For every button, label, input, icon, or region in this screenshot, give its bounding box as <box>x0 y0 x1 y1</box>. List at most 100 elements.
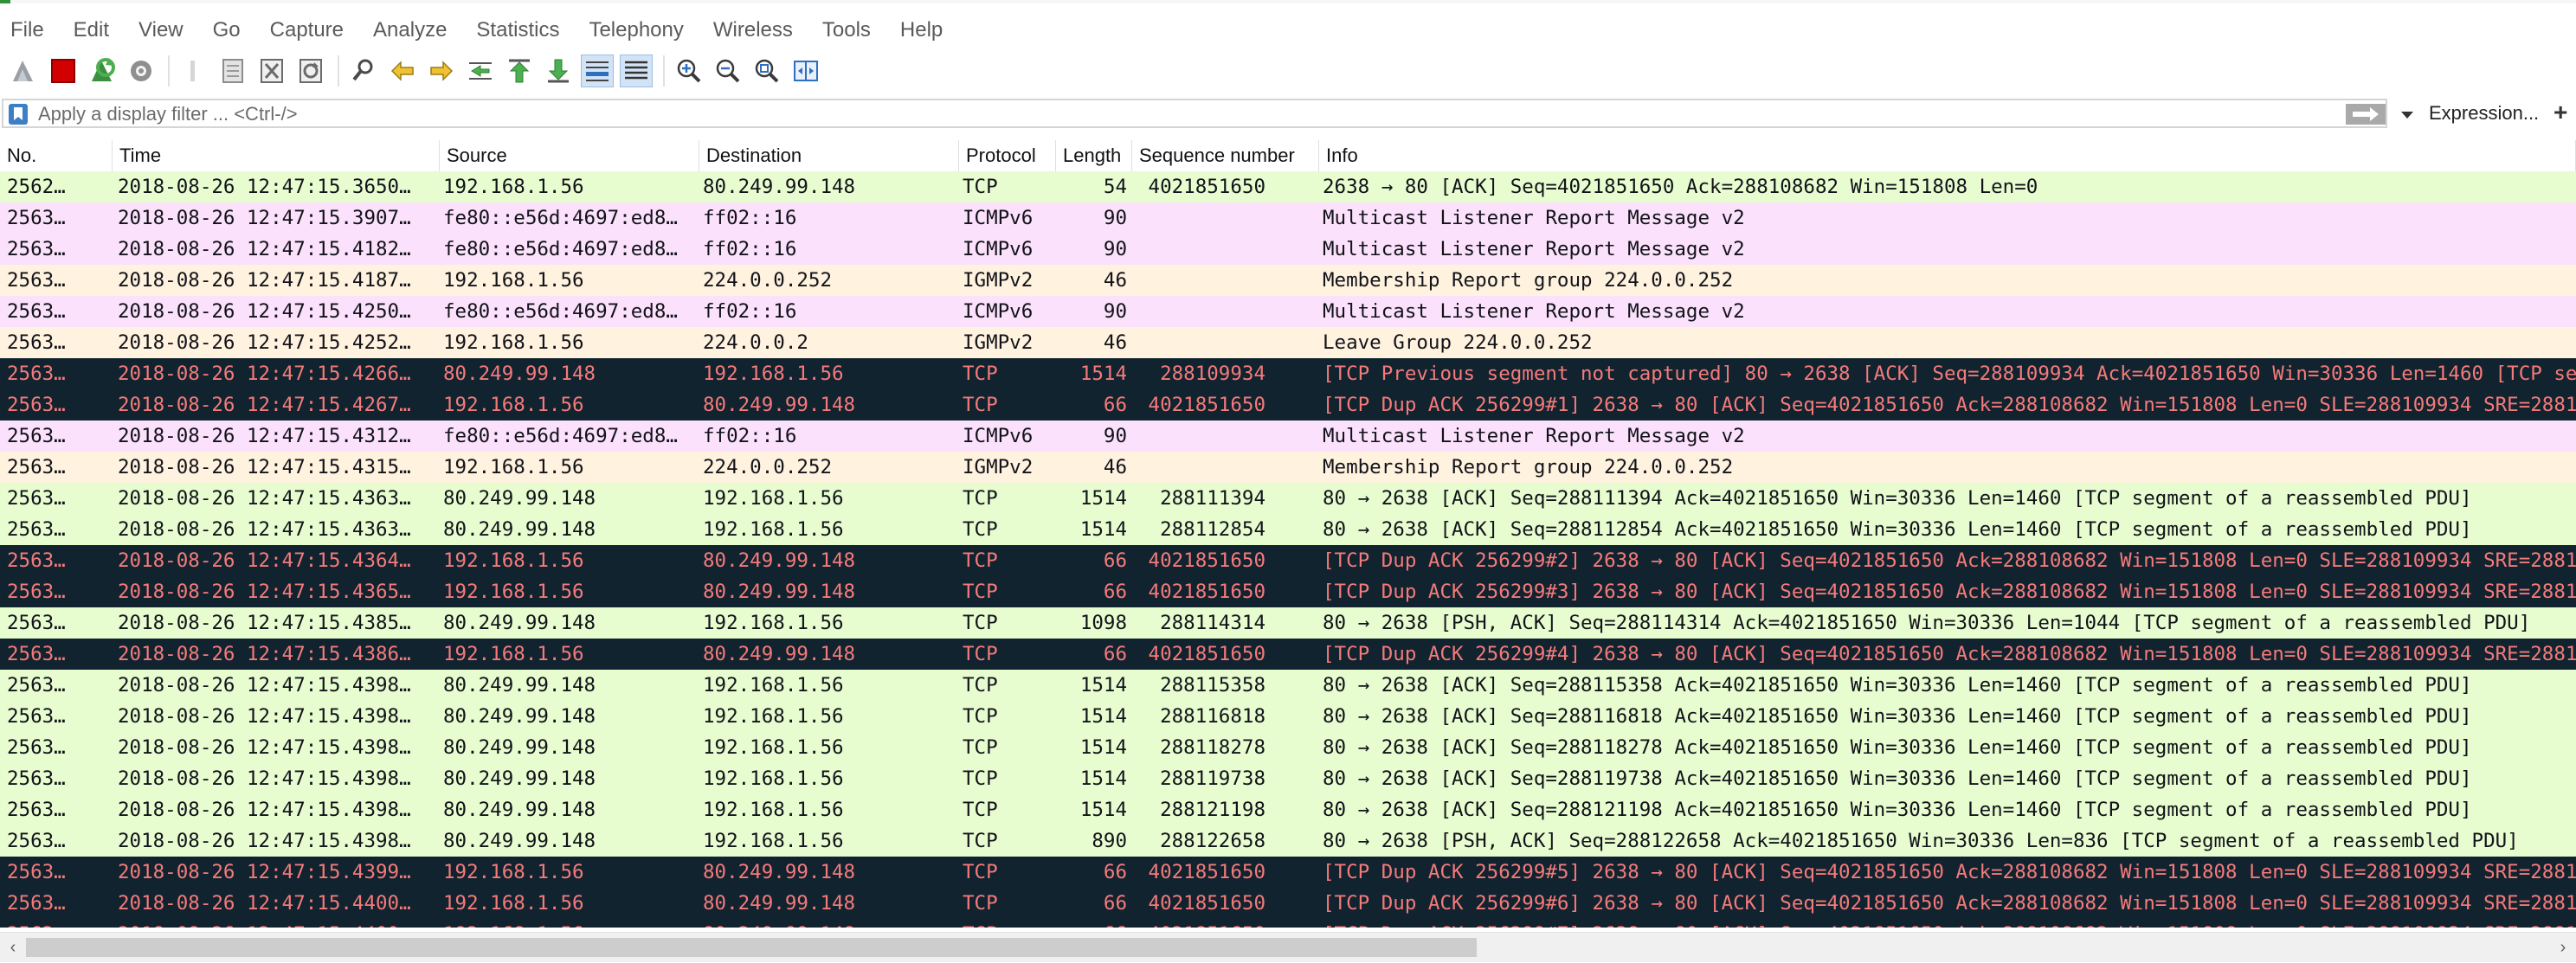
packet-row[interactable]: 2563… 2018-08-26 12:47:15.4398… 80.249.99.… <box>0 794 2576 825</box>
expression-button[interactable]: Expression... <box>2429 102 2539 125</box>
stop-capture-button[interactable] <box>48 55 79 87</box>
cell-proto: ICMPv6 <box>963 207 1034 229</box>
close-file-button[interactable] <box>256 55 287 87</box>
menu-edit[interactable]: Edit <box>63 18 128 42</box>
column-header-time[interactable]: Time <box>113 140 440 171</box>
apply-filter-button[interactable] <box>2346 104 2386 125</box>
column-header-src[interactable]: Source <box>440 140 699 171</box>
zoom-out-button[interactable] <box>712 55 744 87</box>
find-packet-button[interactable] <box>348 55 379 87</box>
cell-src: 192.168.1.56 <box>443 581 584 603</box>
packet-row[interactable]: 2563… 2018-08-26 12:47:15.4267… 192.168.1.… <box>0 389 2576 421</box>
cell-info: [TCP Dup ACK 256299#1] 2638 → 80 [ACK] S… <box>1323 394 2576 416</box>
packet-row[interactable]: 2563… 2018-08-26 12:47:15.4386… 192.168.1.… <box>0 639 2576 670</box>
save-file-button[interactable] <box>217 55 248 87</box>
restart-capture-button[interactable] <box>87 55 118 87</box>
bookmark-icon[interactable] <box>7 103 29 125</box>
menu-view[interactable]: View <box>128 18 203 42</box>
packet-row[interactable]: 2563… 2018-08-26 12:47:15.4312… fe80::e56d… <box>0 421 2576 452</box>
menu-telephony[interactable]: Telephony <box>578 18 702 42</box>
cell-info: [TCP Dup ACK 256299#6] 2638 → 80 [ACK] S… <box>1323 892 2576 915</box>
packet-row[interactable]: 2563… 2018-08-26 12:47:15.4399… 192.168.1.… <box>0 857 2576 888</box>
packet-row[interactable]: 2563… 2018-08-26 12:47:15.4252… 192.168.1.… <box>0 327 2576 358</box>
packet-row[interactable]: 2563… 2018-08-26 12:47:15.4266… 80.249.99.… <box>0 358 2576 389</box>
menu-analyze[interactable]: Analyze <box>363 18 466 42</box>
cell-info: 80 → 2638 [ACK] Seq=288119738 Ack=402185… <box>1323 767 2472 790</box>
packet-row[interactable]: 2563… 2018-08-26 12:47:15.4400… 192.168.1.… <box>0 919 2576 928</box>
go-back-button[interactable] <box>387 55 418 87</box>
packet-row[interactable]: 2563… 2018-08-26 12:47:15.4364… 192.168.1.… <box>0 545 2576 576</box>
packet-row[interactable]: 2563… 2018-08-26 12:47:15.3907… fe80::e56d… <box>0 202 2576 234</box>
packet-list-header: No. Time Source Destination Protocol Length Se… <box>0 140 2576 172</box>
column-header-info[interactable]: Info <box>1319 140 2576 171</box>
go-forward-button[interactable] <box>426 55 457 87</box>
cell-proto: TCP <box>963 674 998 697</box>
cell-len: 66 <box>1103 892 1127 915</box>
reload-file-button[interactable] <box>295 55 326 87</box>
cell-no: 2563… <box>7 300 66 323</box>
cell-dst: 80.249.99.148 <box>703 176 856 198</box>
menu-wireless[interactable]: Wireless <box>703 18 812 42</box>
display-filter-input[interactable] <box>36 101 2325 127</box>
scroll-left-button[interactable]: ‹ <box>3 938 23 957</box>
cell-time: 2018-08-26 12:47:15.4250… <box>118 300 411 323</box>
cell-no: 2563… <box>7 207 66 229</box>
packet-row[interactable]: 2563… 2018-08-26 12:47:15.4398… 80.249.99.… <box>0 732 2576 763</box>
column-header-proto[interactable]: Protocol <box>959 140 1056 171</box>
cell-info: 80 → 2638 [ACK] Seq=288121198 Ack=402185… <box>1323 799 2472 821</box>
menu-tools[interactable]: Tools <box>812 18 890 42</box>
menu-file[interactable]: File <box>0 18 63 42</box>
packet-row[interactable]: 2563… 2018-08-26 12:47:15.4385… 80.249.99.… <box>0 607 2576 639</box>
packet-row[interactable]: 2563… 2018-08-26 12:47:15.4250… fe80::e56d… <box>0 296 2576 327</box>
colorize-button[interactable] <box>620 55 653 87</box>
packet-row[interactable]: 2563… 2018-08-26 12:47:15.4400… 192.168.1.… <box>0 888 2576 919</box>
restart-capture-icon <box>92 58 115 81</box>
normal-size-button[interactable] <box>751 55 782 87</box>
scroll-right-button[interactable]: › <box>2553 938 2573 957</box>
packet-row[interactable]: 2563… 2018-08-26 12:47:15.4315… 192.168.1.… <box>0 452 2576 483</box>
open-file-button[interactable] <box>178 55 209 87</box>
packet-row[interactable]: 2563… 2018-08-26 12:47:15.4398… 80.249.99.… <box>0 701 2576 732</box>
packet-row[interactable]: 2563… 2018-08-26 12:47:15.4363… 80.249.99.… <box>0 514 2576 545</box>
cell-src: 192.168.1.56 <box>443 919 696 928</box>
packet-row[interactable]: 2563… 2018-08-26 12:47:15.4398… 80.249.99.… <box>0 763 2576 794</box>
column-header-seq[interactable]: Sequence number <box>1132 140 1319 171</box>
packet-row[interactable]: 2563… 2018-08-26 12:47:15.4398… 80.249.99.… <box>0 670 2576 701</box>
go-to-packet-button[interactable] <box>465 55 496 87</box>
go-first-packet-button[interactable] <box>504 55 535 87</box>
capture-options-button[interactable] <box>126 55 157 87</box>
menu-go[interactable]: Go <box>203 18 260 42</box>
autoscroll-button[interactable] <box>581 55 614 87</box>
cell-info: 80 → 2638 [PSH, ACK] Seq=288122658 Ack=4… <box>1323 830 2519 852</box>
packet-row[interactable]: 2563… 2018-08-26 12:47:15.4363… 80.249.99.… <box>0 483 2576 514</box>
horizontal-scrollbar[interactable]: ‹ › <box>0 932 2576 962</box>
packet-row[interactable]: 2563… 2018-08-26 12:47:15.4182… fe80::e56d… <box>0 234 2576 265</box>
column-header-len[interactable]: Length <box>1056 140 1132 171</box>
menu-statistics[interactable]: Statistics <box>466 18 578 42</box>
add-filter-button[interactable]: + <box>2553 99 2567 126</box>
start-capture-button[interactable] <box>9 55 40 87</box>
cell-time: 2018-08-26 12:47:15.4364… <box>118 549 411 572</box>
packet-row[interactable]: 2563… 2018-08-26 12:47:15.4187… 192.168.1.… <box>0 265 2576 296</box>
column-header-dst[interactable]: Destination <box>699 140 959 171</box>
scrollbar-thumb[interactable] <box>26 938 1477 957</box>
zoom-in-icon <box>677 59 701 83</box>
zoom-in-button[interactable] <box>673 55 705 87</box>
toolbar-separator <box>663 55 665 87</box>
packet-row[interactable]: 2562… 2018-08-26 12:47:15.3650… 192.168.1.… <box>0 171 2576 202</box>
cell-len: 1514 <box>1079 363 1127 385</box>
cell-len: 1514 <box>1079 736 1127 759</box>
cell-time: 2018-08-26 12:47:15.4266… <box>118 363 411 385</box>
menu-help[interactable]: Help <box>890 18 962 42</box>
cell-time: 2018-08-26 12:47:15.4182… <box>118 238 411 260</box>
cell-src: fe80::e56d:4697:ed8… <box>443 207 678 229</box>
column-header-no[interactable]: No. <box>0 140 113 171</box>
packet-row[interactable]: 2563… 2018-08-26 12:47:15.4365… 192.168.1.… <box>0 576 2576 607</box>
cell-seq: 4021851650 <box>1148 581 1265 603</box>
menu-capture[interactable]: Capture <box>260 18 363 42</box>
packet-row[interactable]: 2563… 2018-08-26 12:47:15.4398… 80.249.99.… <box>0 825 2576 857</box>
cell-src: 80.249.99.148 <box>443 518 596 541</box>
go-last-packet-button[interactable] <box>543 55 574 87</box>
filter-history-dropdown[interactable] <box>2394 104 2420 126</box>
resize-columns-button[interactable] <box>790 55 821 87</box>
